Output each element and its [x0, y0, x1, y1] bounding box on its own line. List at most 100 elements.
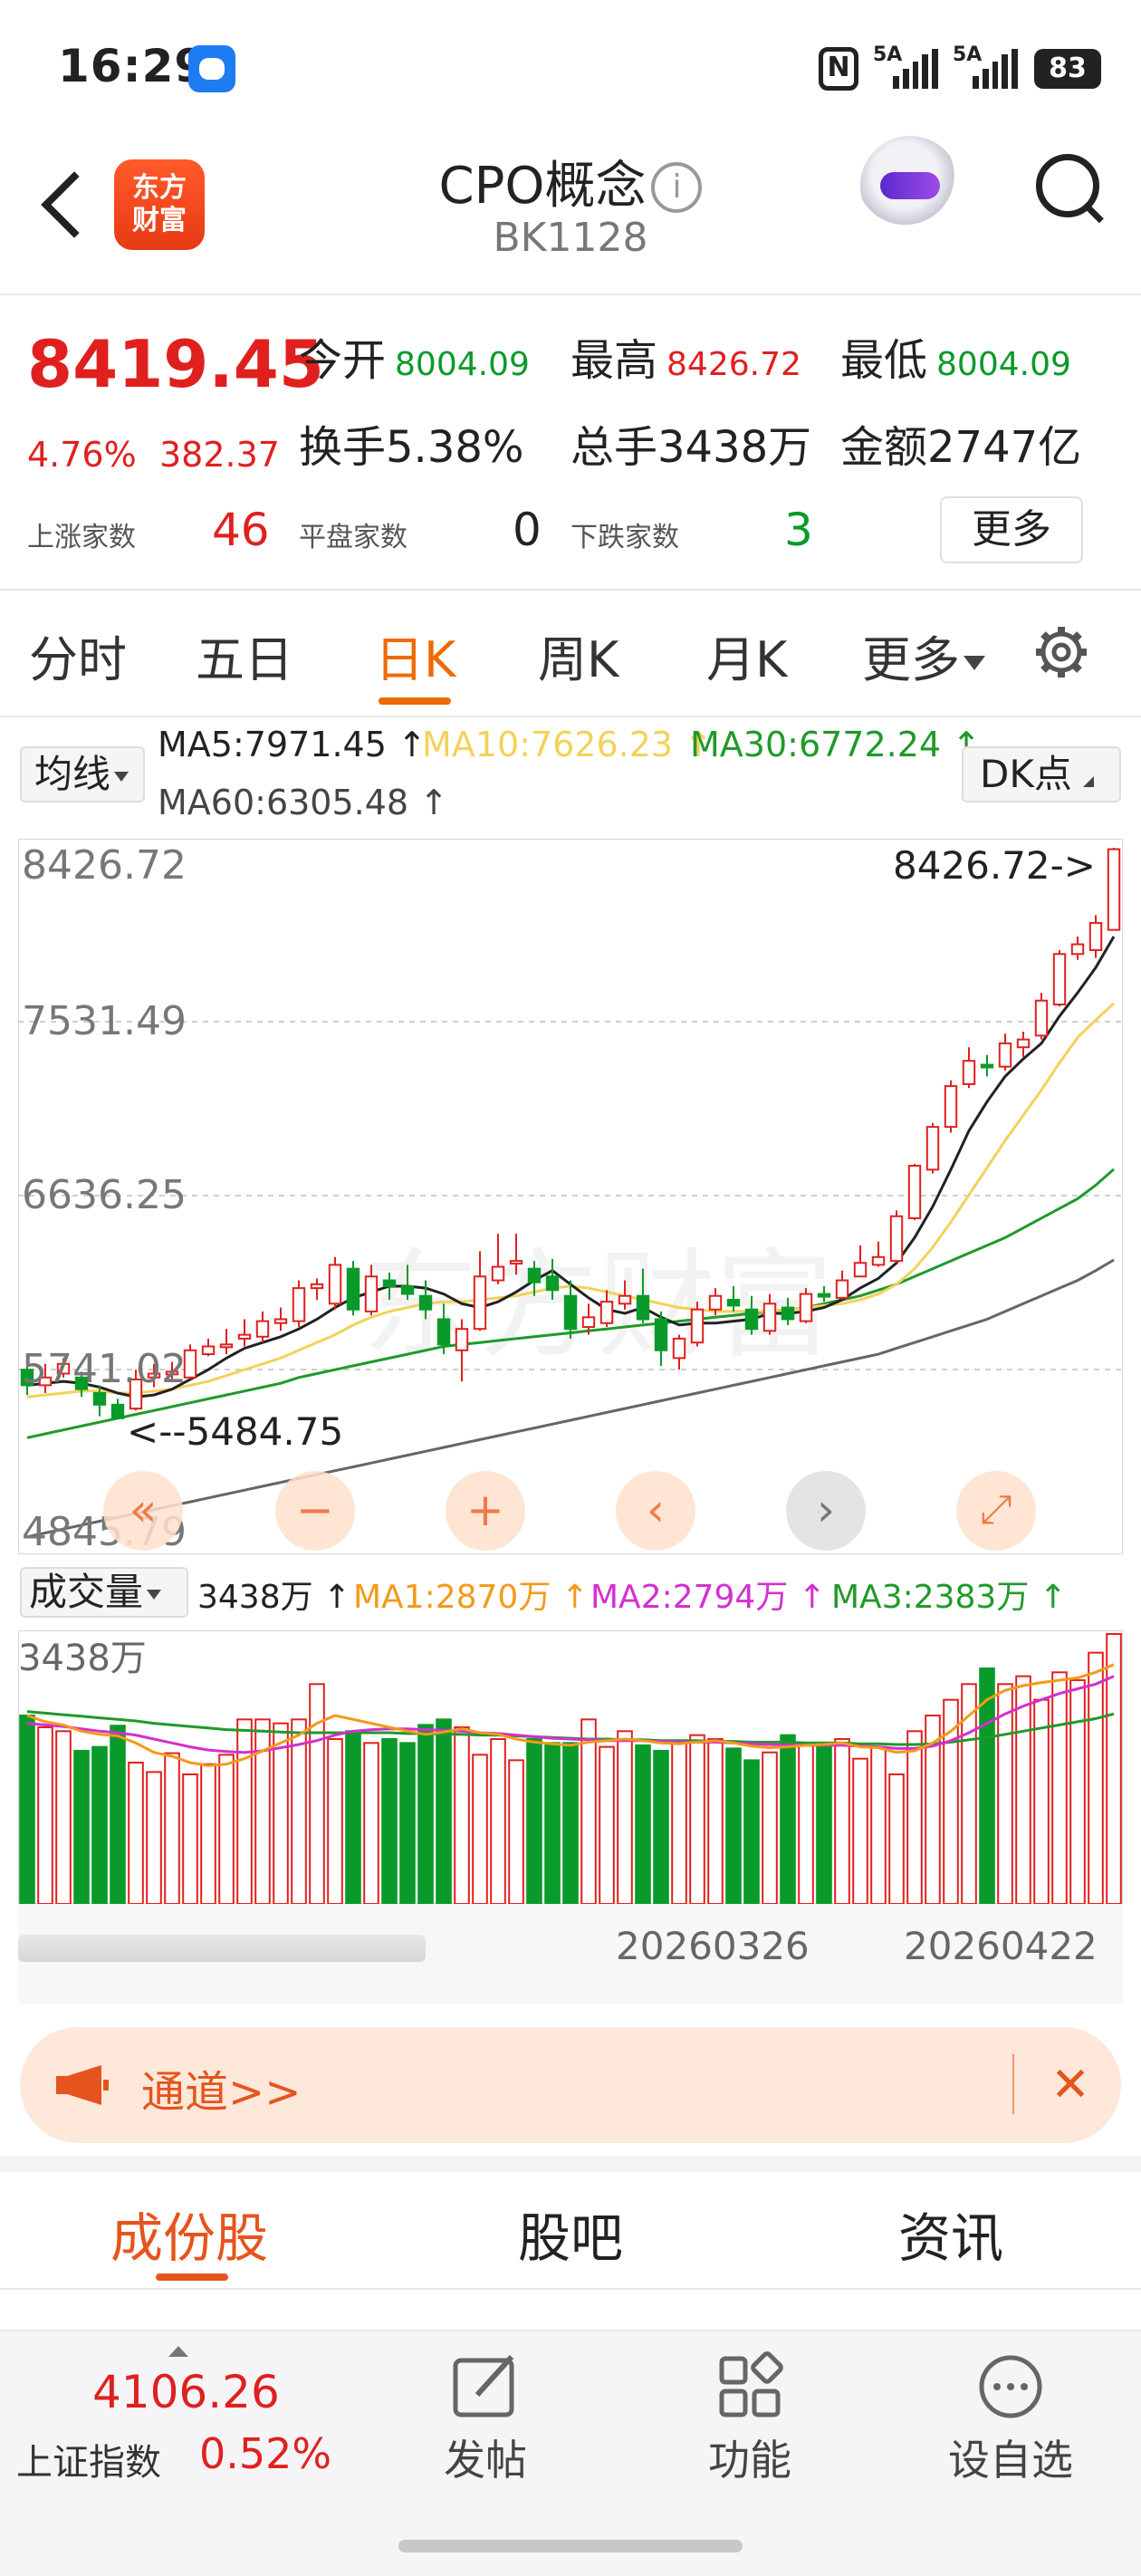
status-bar: 16:29 N 5A 5A 83 [0, 0, 1141, 136]
candle-body [382, 1279, 397, 1287]
fullscreen-button[interactable]: ⤢ [956, 1471, 1036, 1551]
more-button[interactable]: 更多 [940, 496, 1083, 563]
ma-selector[interactable]: 均线 [20, 746, 145, 803]
candle-body [436, 1318, 451, 1346]
candle [1107, 848, 1121, 931]
candle-body [944, 1085, 958, 1129]
tab-weekly-k[interactable]: 周K [538, 620, 618, 691]
chart-scrollbar[interactable] [18, 1935, 426, 1962]
promo-text: 通道>> [141, 2067, 302, 2118]
search-icon[interactable] [1032, 150, 1105, 223]
kline-chart[interactable]: 东方财富 8426.727531.496636.255741.024845.79… [18, 839, 1123, 1554]
volume-bar [182, 1773, 198, 1904]
stat-high-value: 8426.72 [666, 346, 801, 383]
promo-banner[interactable]: 通道>> ✕ [20, 2027, 1121, 2143]
volume-bar [834, 1737, 850, 1904]
down-count: 3 [784, 504, 813, 556]
ma10-label: MA10:7626.23 ↑ [422, 725, 713, 764]
candle-body [563, 1294, 578, 1331]
tab-daily-k[interactable]: 日K [375, 620, 455, 691]
nfc-icon: N [819, 47, 858, 91]
functions-button[interactable]: 功能 [668, 2341, 831, 2485]
volume-bar [816, 1745, 832, 1904]
stat-turnover: 换手5.38% [299, 411, 524, 475]
more-circle-icon [979, 2355, 1042, 2418]
volume-bar [309, 1683, 325, 1904]
y-tick-label: 6636.25 [22, 1172, 187, 1218]
index-value[interactable]: 4106.26 [92, 2366, 280, 2418]
tab-more-periods[interactable]: 更多 [862, 620, 985, 691]
close-icon[interactable]: ✕ [1043, 2058, 1098, 2112]
change-amount: 382.37 [159, 435, 280, 475]
indicator-selector-label: 成交量 [29, 1570, 144, 1614]
stat-open: 今开 8004.09 [299, 324, 530, 388]
gear-icon[interactable] [1032, 623, 1090, 681]
candle [1034, 993, 1049, 1040]
flat-count: 0 [513, 504, 542, 556]
zoom-out-button[interactable]: − [275, 1471, 355, 1551]
index-change[interactable]: 0.52% [199, 2429, 331, 2478]
chevron-right-icon: › [817, 1484, 835, 1536]
dk-point-button[interactable]: DK点 [962, 746, 1121, 803]
stat-amount-value: 2747亿 [927, 422, 1082, 473]
home-indicator[interactable] [398, 2540, 743, 2552]
tab-monthly-k[interactable]: 月K [706, 620, 787, 691]
up-count: 46 [212, 504, 270, 556]
indicator-selector[interactable]: 成交量 [20, 1567, 188, 1618]
add-watchlist-button[interactable]: 设自选 [929, 2341, 1092, 2485]
candle-body [726, 1299, 741, 1307]
post-button[interactable]: 发帖 [404, 2341, 567, 2485]
volume-bar [345, 1730, 361, 1904]
volume-chart[interactable]: 3438万 [18, 1630, 1123, 1904]
candle-body [491, 1265, 505, 1282]
stat-high-label: 最高 [570, 335, 658, 386]
ma30-label: MA30:6772.24 ↑ [690, 725, 981, 764]
caret-up-icon[interactable] [168, 2346, 188, 2357]
candle-body [690, 1308, 705, 1344]
zoom-in-button[interactable]: + [446, 1471, 525, 1551]
candle-body [980, 1063, 994, 1069]
volume-bar [1106, 1633, 1122, 1904]
stat-amount: 金额2747亿 [840, 411, 1081, 475]
status-icons: N 5A 5A 83 [819, 43, 1101, 94]
scroll-left-fast-button[interactable]: « [103, 1471, 183, 1551]
candle-body [1052, 953, 1067, 1006]
chevron-down-icon [964, 656, 985, 671]
low-marker: <--5484.75 [127, 1409, 343, 1454]
ai-assistant-avatar[interactable] [860, 136, 960, 235]
minus-icon: − [296, 1484, 334, 1536]
tab-constituents[interactable]: 成份股 [110, 2196, 268, 2272]
candle-body [1016, 1038, 1031, 1049]
volume-bar [327, 1737, 343, 1904]
stat-turnover-label: 换手 [299, 422, 387, 473]
ma5-label: MA5:7971.45 ↑ [158, 725, 427, 764]
chevron-down-icon [147, 1590, 162, 1600]
functions-label: 功能 [708, 2436, 791, 2485]
tab-intraday[interactable]: 分时 [29, 620, 127, 691]
candle-body [853, 1262, 868, 1278]
volume-bar [55, 1730, 72, 1904]
index-name[interactable]: 上证指数 [16, 2433, 161, 2485]
banner-separator [1012, 2054, 1014, 2114]
volume-bar [128, 1761, 144, 1904]
volume-bar [110, 1725, 126, 1904]
candle-body [835, 1279, 849, 1299]
info-icon[interactable]: i [651, 162, 703, 213]
volume-bar [73, 1749, 90, 1904]
candle [925, 1122, 940, 1174]
stat-open-value: 8004.09 [395, 346, 530, 383]
candle-body [237, 1333, 252, 1340]
tab-forum[interactable]: 股吧 [518, 2196, 623, 2272]
scroll-left-button[interactable]: ‹ [616, 1471, 695, 1551]
tab-five-day[interactable]: 五日 [196, 620, 293, 691]
scroll-right-button[interactable]: › [786, 1471, 866, 1551]
candle [292, 1280, 306, 1328]
tab-news[interactable]: 资讯 [898, 2196, 1003, 2272]
candle-body [817, 1293, 831, 1298]
candle-body [799, 1293, 813, 1322]
divider [0, 716, 1141, 717]
volume-bar [19, 1714, 35, 1904]
candle-body [781, 1306, 795, 1321]
candle-body [889, 1215, 904, 1263]
candle-body [744, 1308, 759, 1331]
